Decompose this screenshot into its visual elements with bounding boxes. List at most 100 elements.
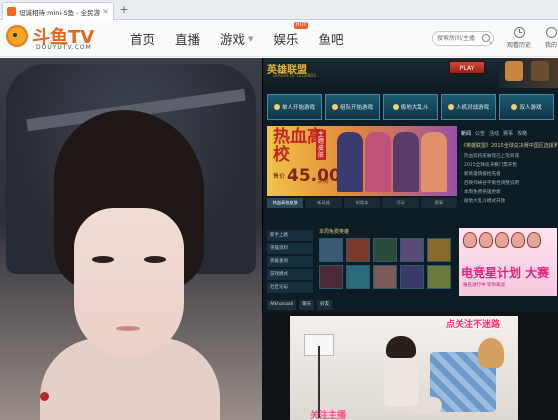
browser-tab[interactable]: 坦诚相待 mini-S鱼 - 全民游戏 × <box>2 2 114 20</box>
promo-subtitle: 报名进行中 等你来战 <box>463 283 505 288</box>
mode-label: 单人开始游戏 <box>281 105 315 111</box>
news-item[interactable]: · 新英雄情报抢先看 <box>461 170 557 179</box>
streamer-face <box>74 208 184 358</box>
news-item[interactable]: · 召唤师峡谷平衡性调整说明 <box>461 179 557 188</box>
news-tabs: 新闻 公告 活动 赛事 攻略 <box>461 130 557 137</box>
nav-fishbar-label: 鱼吧 <box>318 32 344 47</box>
chat-item[interactable]: 好友 <box>317 300 333 310</box>
sidebar-link[interactable]: 装备查询 <box>267 256 313 267</box>
banner-tabs: 热血高校皮肤 新英雄 新版本 活动 赛事 <box>267 198 458 208</box>
banner-tab[interactable]: 新英雄 <box>305 198 342 208</box>
champion-art <box>393 132 419 192</box>
play-button[interactable]: PLAY <box>449 61 485 74</box>
champion-portrait[interactable] <box>346 265 370 289</box>
news-item[interactable]: · 2015全球总决赛门票开售 <box>461 161 557 170</box>
mode-label: 极地大乱斗 <box>400 105 429 111</box>
banner-tab[interactable]: 热血高校皮肤 <box>267 198 304 208</box>
chat-item[interactable]: Afkhanzali <box>267 300 297 310</box>
history-button[interactable]: 观看历史 <box>504 25 534 53</box>
champion-portrait[interactable] <box>319 265 343 289</box>
fish-mascot-icon <box>6 25 28 47</box>
champion-portrait[interactable] <box>319 238 343 262</box>
banner-tag: 主题皮肤 <box>316 130 326 160</box>
nav-live[interactable]: 直播 <box>175 29 200 48</box>
nav-entertainment[interactable]: 娱乐 HOT <box>273 22 309 48</box>
news-tab[interactable]: 攻略 <box>517 130 527 137</box>
champion-portrait[interactable] <box>373 238 397 262</box>
champion-art <box>421 132 447 192</box>
nav-games[interactable]: 游戏 ▼ <box>220 29 253 48</box>
news-item[interactable]: · 热血高校皮肤现已上架商城 <box>461 152 557 161</box>
banner-price-label: 售价 <box>273 173 286 180</box>
champion-portraits <box>499 58 558 88</box>
mode-aram[interactable]: 极地大乱斗 <box>383 94 438 120</box>
hot-badge: HOT <box>293 22 309 29</box>
skin-banner[interactable]: 热血高校 主题皮肤 售价 45.00 点券 <box>267 126 457 196</box>
mode-icon <box>511 104 518 110</box>
news-headline[interactable]: 《英雄联盟》2015全球总决赛中国区选拔赛揭晓 <box>461 142 557 149</box>
user-icon <box>545 27 557 38</box>
esports-promo[interactable]: 电竞星计划 大赛 报名进行中 等你来战 <box>459 228 557 296</box>
sidebar-link[interactable]: 游戏模式 <box>267 269 313 280</box>
news-tab[interactable]: 公告 <box>475 130 485 137</box>
my-label: 我的 <box>544 42 557 49</box>
mode-label: 人机对战游戏 <box>455 105 489 111</box>
champion-grid <box>319 238 455 289</box>
champion-portrait[interactable] <box>346 238 370 262</box>
mode-duo[interactable]: 双人游戏 <box>499 94 554 120</box>
free-champions-title: 本周免费英雄 <box>319 229 350 235</box>
mode-icon <box>331 104 338 110</box>
news-tab[interactable]: 赛事 <box>503 130 513 137</box>
game-logo-sub: LEAGUE OF LEGENDS <box>273 73 316 78</box>
mode-icon <box>392 104 399 110</box>
main-nav: 首页 直播 游戏 ▼ 娱乐 HOT 鱼吧 <box>130 20 363 57</box>
nav-entertainment-label: 娱乐 <box>273 32 299 47</box>
sidebar-link[interactable]: 英雄资料 <box>267 243 313 254</box>
mode-team[interactable]: 组队开始游戏 <box>325 94 380 120</box>
champion-portrait[interactable] <box>373 265 397 289</box>
nav-fishbar[interactable]: 鱼吧 <box>318 29 343 48</box>
news-item[interactable]: · 本周免费英雄更新 <box>461 188 557 197</box>
nav-live-label: 直播 <box>175 32 201 47</box>
mode-solo[interactable]: 单人开始游戏 <box>267 94 322 120</box>
news-tab[interactable]: 活动 <box>489 130 499 137</box>
banner-tab[interactable]: 活动 <box>382 198 419 208</box>
sidebar-link[interactable]: 社区论坛 <box>267 282 313 293</box>
clock-icon <box>513 27 525 38</box>
chat-item[interactable]: 聊天 <box>299 300 315 310</box>
tab-title: 坦诚相待 mini-S鱼 - 全民游戏 <box>19 8 101 17</box>
news-item[interactable]: · 极地大乱斗模式开放 <box>461 197 557 206</box>
sidebar-link[interactable]: 新手上路 <box>267 230 313 241</box>
room-camera: 点关注不迷路 关注主播 <box>290 316 518 420</box>
game-modes: 单人开始游戏 组队开始游戏 极地大乱斗 人机对战游戏 双人游戏 <box>267 94 557 120</box>
game-topbar: 英雄联盟 LEAGUE OF LEGENDS PLAY <box>263 58 558 88</box>
banner-tab[interactable]: 赛事 <box>420 198 458 208</box>
streamer-webcam <box>0 58 262 420</box>
douyu-logo[interactable]: 斗鱼TV DOUYUTV.COM <box>6 23 100 53</box>
champion-portrait[interactable] <box>400 265 424 289</box>
close-tab-icon[interactable]: × <box>102 7 109 16</box>
game-sidebar: 新手上路 英雄资料 装备查询 游戏模式 社区论坛 <box>267 230 313 295</box>
client-chatbar: Afkhanzali 聊天 好友 <box>267 300 459 310</box>
nav-home-label: 首页 <box>130 32 156 47</box>
new-tab-button[interactable]: + <box>118 3 130 17</box>
nav-home[interactable]: 首页 <box>130 29 155 48</box>
banner-tab[interactable]: 新版本 <box>343 198 381 208</box>
mode-label: 组队开始游戏 <box>339 105 373 111</box>
search-input[interactable] <box>437 35 481 42</box>
champion-portrait[interactable] <box>400 238 424 262</box>
champion-portrait[interactable] <box>427 238 451 262</box>
mode-bots[interactable]: 人机对战游戏 <box>441 94 496 120</box>
free-champions: 本周免费英雄 <box>319 228 455 298</box>
search-box[interactable] <box>432 31 494 46</box>
browser-tabstrip: 坦诚相待 mini-S鱼 - 全民游戏 × + <box>0 0 558 20</box>
my-account-button[interactable]: 我的 <box>536 25 558 53</box>
stream-player[interactable]: 英雄联盟 LEAGUE OF LEGENDS PLAY 单人开始游戏 组队开始游… <box>0 58 558 420</box>
champion-portrait[interactable] <box>427 265 451 289</box>
search-icon[interactable] <box>482 34 490 42</box>
mode-icon <box>273 104 280 110</box>
red-dot <box>40 392 49 401</box>
history-label: 观看历史 <box>506 42 531 49</box>
news-tab[interactable]: 新闻 <box>461 130 471 137</box>
banner-unit: 点券 <box>317 178 330 185</box>
